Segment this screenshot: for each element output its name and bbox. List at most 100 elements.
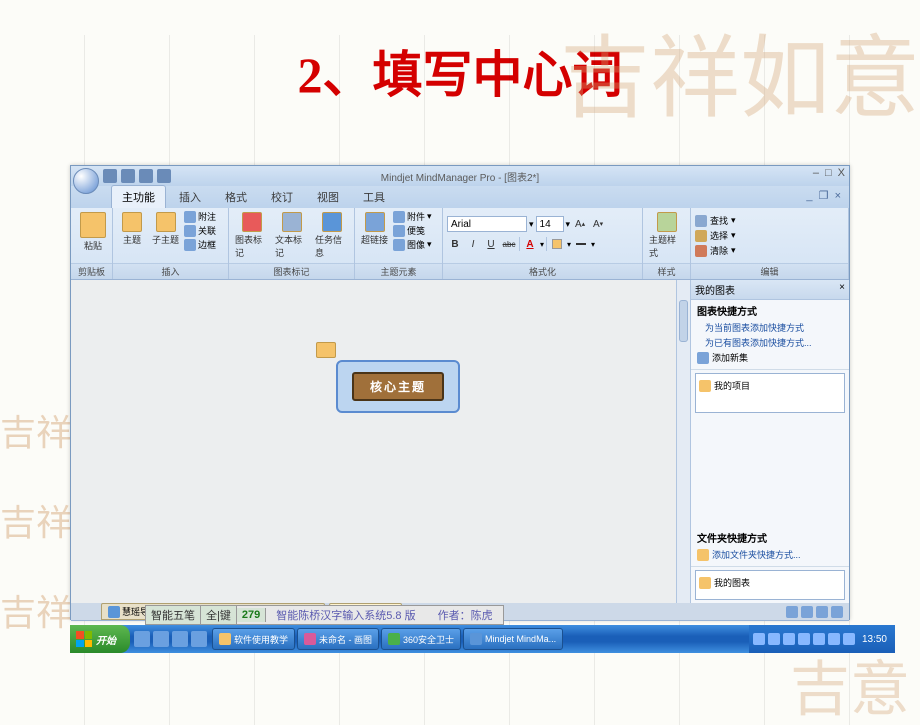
font-name-selector[interactable]: Arial (447, 216, 527, 232)
status-icon[interactable] (801, 606, 813, 618)
quick-launch-icon[interactable] (191, 631, 207, 647)
underline-button[interactable]: U (483, 236, 499, 252)
right-panel: 我的图表 × 图表快捷方式 为当前图表添加快捷方式 为已有图表添加快捷方式...… (691, 280, 849, 603)
ime-status-bar[interactable]: 智能五笔 全|键 279 智能陈桥汉字输入系统5.8 版 作者：陈虎 (145, 605, 504, 625)
italic-button[interactable]: I (465, 236, 481, 252)
font-size-selector[interactable]: 14 (536, 216, 564, 232)
vertical-scrollbar[interactable] (676, 280, 690, 603)
status-icon[interactable] (831, 606, 843, 618)
chart-marker-icon (242, 212, 262, 232)
tab-review[interactable]: 校订 (260, 185, 304, 208)
central-topic-node[interactable]: 核心主题 (352, 372, 444, 401)
central-topic-selection[interactable]: 核心主题 (336, 360, 460, 413)
tab-main[interactable]: 主功能 (111, 185, 166, 208)
my-charts-item[interactable]: 我的图表 (699, 576, 841, 589)
tray-icon[interactable] (828, 633, 840, 645)
add-set-button[interactable]: 添加新集 (697, 351, 843, 364)
workspace: 核心主题 我的图表 × 图表快捷方式 为当前图表添加快捷方式 为已有图表添加快捷… (71, 280, 849, 603)
help-icon[interactable]: _ ❐ × (806, 189, 841, 202)
taskbar-clock[interactable]: 13:50 (858, 634, 891, 645)
status-icon[interactable] (786, 606, 798, 618)
attachment-button[interactable]: 附件 ▾ (393, 210, 432, 223)
panel-title-bar: 我的图表 × (691, 280, 849, 300)
qat-save-icon[interactable] (103, 169, 117, 183)
tray-icon[interactable] (768, 633, 780, 645)
qat-undo-icon[interactable] (121, 169, 135, 183)
attachment-icon (393, 211, 405, 223)
quick-launch-icon[interactable] (153, 631, 169, 647)
tab-tools[interactable]: 工具 (352, 185, 396, 208)
tray-icon[interactable] (783, 633, 795, 645)
start-button[interactable]: 开始 (70, 625, 130, 653)
group-edit: 查找 ▾ 选择 ▾ 清除 ▾ 编辑 (691, 208, 849, 279)
topic-note-icon[interactable] (316, 342, 336, 358)
tray-icon[interactable] (753, 633, 765, 645)
attach-button[interactable]: 附注 (184, 210, 216, 223)
quick-launch-icon[interactable] (134, 631, 150, 647)
ime-mode[interactable]: 全|键 (201, 606, 237, 624)
tab-insert[interactable]: 插入 (168, 185, 212, 208)
decorative-seal: 吉祥 (0, 505, 72, 541)
tray-icon[interactable] (813, 633, 825, 645)
maximize-button[interactable]: □ (825, 167, 832, 179)
text-marker-button[interactable]: 文本标记 (273, 210, 310, 261)
font-color-button[interactable]: A (522, 236, 538, 252)
group-insert: 主题 子主题 附注 关联 边框 插入 (113, 208, 229, 279)
chart-marker-button[interactable]: 图表标记 (233, 210, 270, 261)
ribbon-tabstrip: 主功能 插入 格式 校订 视图 工具 _ ❐ × (71, 186, 849, 208)
quick-launch-icon[interactable] (172, 631, 188, 647)
taskbar-app-3[interactable]: 360安全卫士 (381, 628, 461, 650)
tab-format[interactable]: 格式 (214, 185, 258, 208)
taskbar-app-1[interactable]: 软件使用教学 (212, 628, 295, 650)
subtopic-button[interactable]: 子主题 (150, 210, 181, 248)
grow-font-button[interactable]: A▴ (572, 216, 588, 232)
qat-print-icon[interactable] (157, 169, 171, 183)
ime-name[interactable]: 智能五笔 (146, 606, 201, 624)
panel-close-icon[interactable]: × (839, 282, 845, 297)
theme-style-icon (657, 212, 677, 232)
taskbar-app-2[interactable]: 未命名 - 画图 (297, 628, 379, 650)
task-info-icon (322, 212, 342, 232)
image-icon (393, 239, 405, 251)
note-icon (393, 225, 405, 237)
shrink-font-button[interactable]: A▾ (590, 216, 606, 232)
clear-button[interactable]: 清除 ▾ (695, 244, 736, 257)
doc-icon (108, 606, 120, 618)
fill-color-button[interactable] (549, 236, 565, 252)
strike-button[interactable]: abc (501, 236, 517, 252)
minimize-button[interactable]: – (813, 167, 819, 179)
ime-status-text: 智能陈桥汉字输入系统5.8 版 作者：陈虎 (266, 606, 502, 624)
tray-icon[interactable] (798, 633, 810, 645)
paste-button[interactable]: 粘贴 (75, 210, 111, 254)
note-button[interactable]: 便笺 (393, 224, 432, 237)
window-controls: – □ X (813, 167, 845, 179)
office-button[interactable] (73, 168, 99, 194)
image-button[interactable]: 图像 ▾ (393, 238, 432, 251)
windows-logo-icon (76, 631, 92, 647)
add-current-shortcut-link[interactable]: 为当前图表添加快捷方式 (705, 321, 843, 334)
taskbar-app-4[interactable]: Mindjet MindMa... (463, 628, 563, 650)
folder-icon (699, 380, 711, 392)
tab-view[interactable]: 视图 (306, 185, 350, 208)
select-button[interactable]: 选择 ▾ (695, 229, 736, 242)
close-button[interactable]: X (838, 167, 845, 179)
hyperlink-button[interactable]: 超链接 (359, 210, 390, 248)
shortcuts-header: 图表快捷方式 (697, 303, 843, 318)
paste-icon (80, 212, 106, 238)
qat-redo-icon[interactable] (139, 169, 153, 183)
task-info-button[interactable]: 任务信息 (313, 210, 350, 261)
line-color-button[interactable] (573, 236, 589, 252)
theme-style-button[interactable]: 主题样式 (647, 210, 686, 261)
tray-icon[interactable] (843, 633, 855, 645)
topic-button[interactable]: 主题 (117, 210, 147, 248)
find-button[interactable]: 查找 ▾ (695, 214, 736, 227)
relation-button[interactable]: 关联 (184, 224, 216, 237)
add-existing-shortcut-link[interactable]: 为已有图表添加快捷方式... (705, 336, 843, 349)
add-folder-shortcut-link[interactable]: 添加文件夹快捷方式... (697, 548, 843, 561)
my-project-item[interactable]: 我的项目 (699, 379, 841, 392)
decorative-seal: 吉意 (790, 660, 910, 720)
status-icon[interactable] (816, 606, 828, 618)
boundary-button[interactable]: 边框 (184, 238, 216, 251)
canvas[interactable]: 核心主题 (71, 280, 691, 603)
bold-button[interactable]: B (447, 236, 463, 252)
